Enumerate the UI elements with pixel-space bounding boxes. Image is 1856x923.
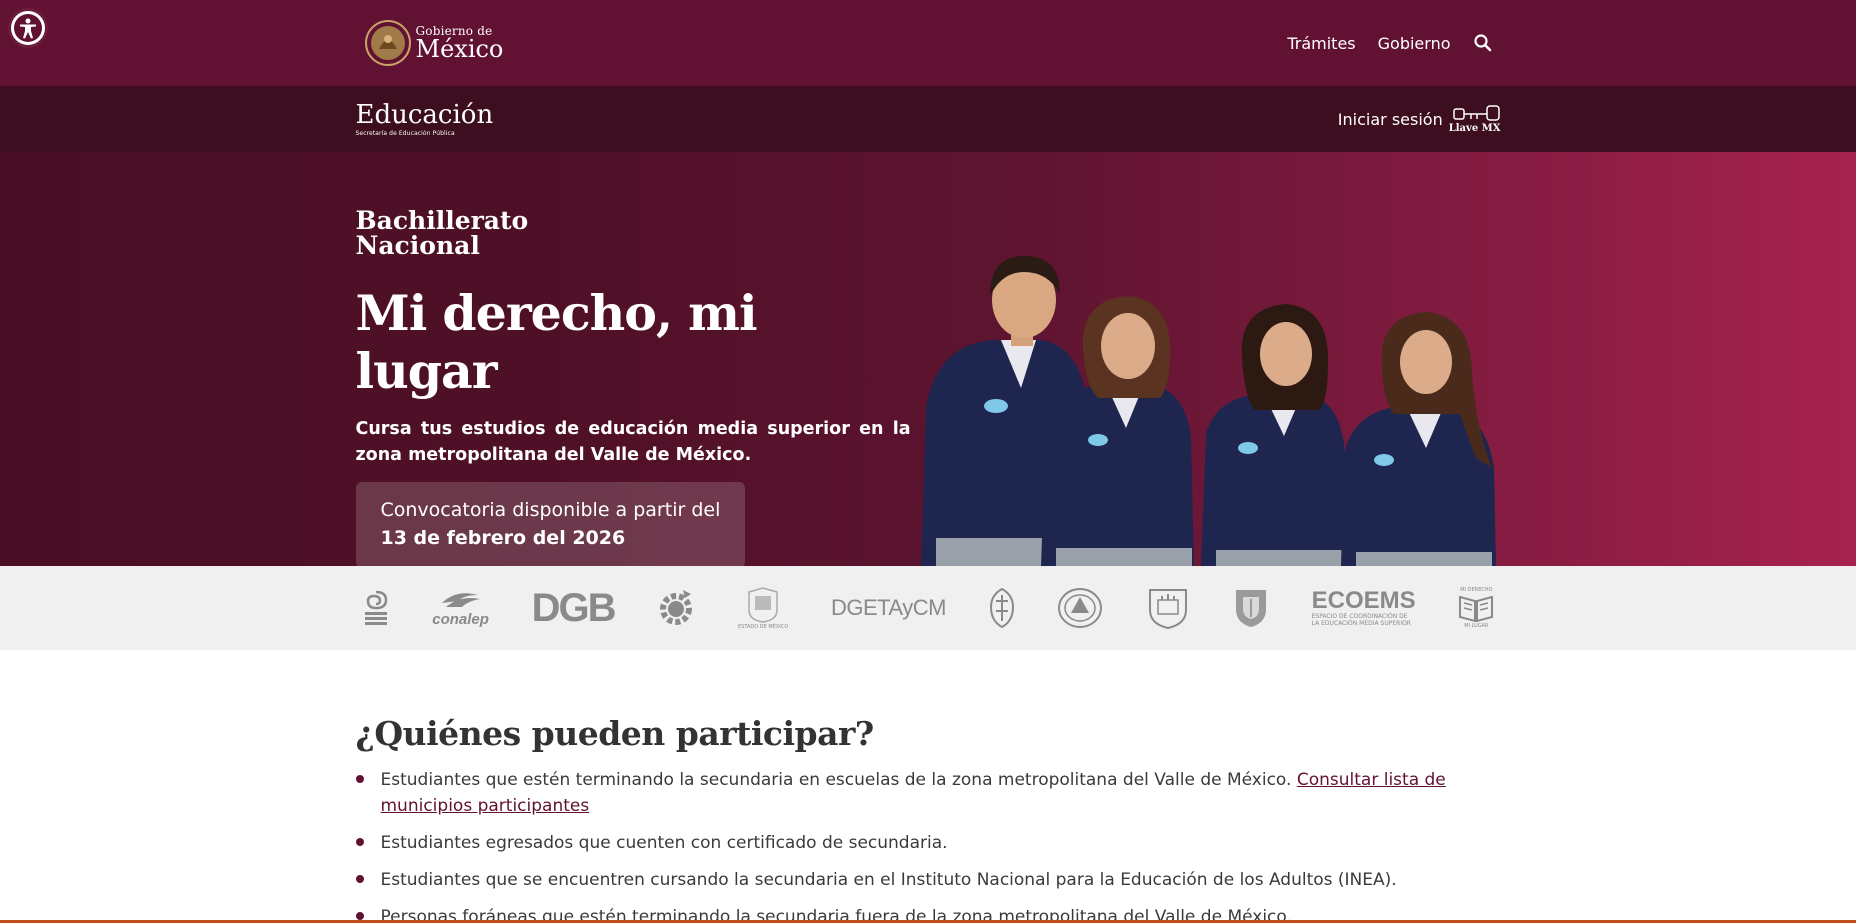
national-seal-icon xyxy=(364,20,411,66)
list-item-text: Estudiantes que estén terminando la secu… xyxy=(380,770,1297,790)
llave-mx-label: Llave MX xyxy=(1448,123,1501,134)
ipn-logo-icon xyxy=(364,590,387,625)
program-title-line2: Nacional xyxy=(355,231,480,260)
convocatoria-date: 13 de febrero del 2026 xyxy=(380,527,626,549)
ecoems-logo-text: ECOEMS xyxy=(1311,586,1416,614)
educacion-logo-text: Educación xyxy=(355,99,494,130)
government-header: Gobierno de México Trámites Gobierno xyxy=(0,0,1856,86)
dgetaycm-logo-text: DGETAyCM xyxy=(830,595,946,620)
partner-logos-bar: conalep DGB ESTADO DE MÉXICO DGETAyCM EC… xyxy=(0,566,1856,650)
list-item-text: Estudiantes egresados que cuenten con ce… xyxy=(380,833,948,853)
nav-tramites[interactable]: Trámites xyxy=(1287,34,1355,53)
eligibility-list: Estudiantes que estén terminando la secu… xyxy=(355,767,1501,923)
book-icon xyxy=(1459,595,1494,623)
ecoems-logo: ECOEMS ESPACIO DE COORDINACIÓN DE LA EDU… xyxy=(1311,586,1416,627)
ecoems-sub-line2: LA EDUCACIÓN MEDIA SUPERIOR xyxy=(1311,620,1411,627)
uam-seal-logo xyxy=(1057,587,1103,629)
conalep-logo: conalep xyxy=(432,589,489,628)
cdmx-shield-icon xyxy=(1149,589,1188,630)
cdmx-shield-logo xyxy=(1146,586,1190,630)
key-icon xyxy=(1452,105,1500,121)
list-item-text: Estudiantes que se encuentren cursando l… xyxy=(380,870,1397,890)
ipn-shield-logo xyxy=(989,587,1015,629)
government-nav: Trámites Gobierno xyxy=(1287,33,1500,53)
education-header: Educación Secretaría de Educación Públic… xyxy=(0,86,1856,152)
hero-description: Cursa tus estudios de educación media su… xyxy=(355,419,911,465)
students-image xyxy=(920,256,1496,566)
ipn-logo xyxy=(362,588,390,628)
program-title-line1: Bachillerato xyxy=(355,206,529,235)
student-2 xyxy=(1040,296,1194,566)
accessibility-button[interactable] xyxy=(8,8,48,48)
dgetaycm-logo: DGETAyCM xyxy=(831,595,946,621)
hero-banner: Bachillerato Nacional Mi derecho, mi lug… xyxy=(0,152,1856,566)
dgb-logo: DGB xyxy=(531,585,617,631)
list-item: Estudiantes que se encuentren cursando l… xyxy=(355,867,1501,893)
conalep-logo-text: conalep xyxy=(432,610,489,628)
ipn-shield-icon xyxy=(989,587,1014,629)
sep-logo-text: Secretaría de Educación Pública xyxy=(355,129,455,137)
dgeti-logo xyxy=(657,588,695,628)
nav-gobierno[interactable]: Gobierno xyxy=(1378,34,1451,53)
edomex-shield-icon xyxy=(748,587,778,623)
section-title: ¿Quiénes pueden participar? xyxy=(355,714,875,753)
student-4 xyxy=(1340,312,1496,566)
hero-heading: Mi derecho, mi lugar xyxy=(355,284,758,400)
convocatoria-text: Convocatoria disponible a partir del xyxy=(380,499,721,521)
program-title: Bachillerato Nacional xyxy=(356,208,911,258)
unam-logo xyxy=(1233,587,1269,629)
ecoems-sub-line1: ESPACIO DE COORDINACIÓN DE xyxy=(1311,612,1408,620)
logo-big-text: México xyxy=(415,35,504,63)
llave-mx-logo: Llave MX xyxy=(1449,104,1501,134)
uam-seal-icon xyxy=(1058,588,1103,628)
accessibility-icon xyxy=(14,14,42,42)
gear-icon xyxy=(660,590,693,625)
login-button[interactable]: Iniciar sesión Llave MX xyxy=(1338,104,1501,134)
edomex-logo-text: ESTADO DE MÉXICO xyxy=(738,624,789,630)
search-button[interactable] xyxy=(1473,33,1493,53)
edomex-logo: ESTADO DE MÉXICO xyxy=(738,586,788,630)
dgb-logo-text: DGB xyxy=(531,585,617,630)
mi-lugar-logo: MI DERECHO MI LUGAR xyxy=(1458,587,1494,629)
main-content: ¿Quiénes pueden participar? Estudiantes … xyxy=(355,650,1501,923)
search-icon xyxy=(1473,34,1491,52)
list-item: Estudiantes que estén terminando la secu… xyxy=(355,767,1501,819)
list-item: Estudiantes egresados que cuenten con ce… xyxy=(355,830,1501,856)
login-label: Iniciar sesión xyxy=(1337,109,1443,129)
mi-lugar-bottom-text: MI LUGAR xyxy=(1464,623,1489,629)
conalep-logo-icon xyxy=(441,592,480,607)
educacion-logo[interactable]: Educación Secretaría de Educación Públic… xyxy=(356,102,494,137)
convocatoria-box: Convocatoria disponible a partir del 13 … xyxy=(355,482,746,566)
student-3 xyxy=(1200,304,1344,566)
gobierno-mexico-logo[interactable]: Gobierno de México xyxy=(364,19,504,67)
unam-shield-icon xyxy=(1235,590,1266,627)
